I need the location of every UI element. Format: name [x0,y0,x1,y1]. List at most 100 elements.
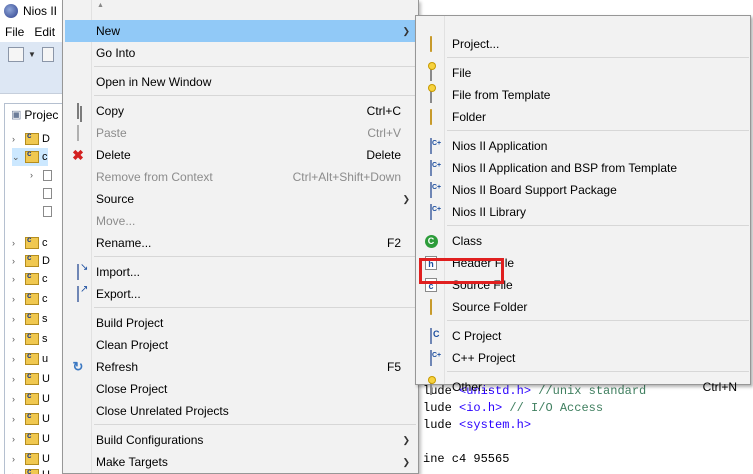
new-item-class[interactable]: C Class [418,230,749,252]
submenu-separator [447,225,749,226]
tree-item[interactable]: ›u [12,350,48,368]
new-item-nios-ii-board-support-package[interactable]: Nios II Board Support Package [418,179,749,201]
new-item-nios-ii-application-and-bsp-from-template[interactable]: Nios II Application and BSP from Templat… [418,157,749,179]
nios-bsp-icon [430,182,432,198]
submenu-item-label: Source File [452,278,513,292]
menu-file[interactable]: File [0,25,29,39]
code-line: lude <io.h> // I/O Access [420,400,753,417]
scroll-up-arrow-icon[interactable]: ▲ [97,2,104,9]
code-prefix: ine c4 95565 [423,452,510,466]
chevron-right-icon[interactable]: › [30,170,40,180]
code-include: <system.h> [459,418,532,432]
new-item-source-folder[interactable]: Source Folder [418,296,749,318]
tree-item[interactable] [30,184,55,202]
new-item-file-from-template[interactable]: File from Template [418,84,749,106]
new-item-folder[interactable]: Folder [418,106,749,128]
tree-item[interactable]: › c [12,290,48,308]
menu-item-label: Export... [96,287,141,301]
cpp-project-icon [430,350,432,366]
project-folder-icon [25,411,39,425]
tree-item[interactable]: ›U [12,390,50,408]
menu-item-rename[interactable]: Rename... F2 [65,232,417,254]
menu-item-label: Clean Project [96,338,169,352]
tree-item[interactable]: › c [12,270,48,288]
tree-item[interactable]: ›U [12,370,50,388]
menu-item-build-project[interactable]: Build Project [65,312,417,334]
tab-project-explorer[interactable]: ▣ Projec [4,103,64,125]
tree-item[interactable]: ›s [12,330,48,348]
menu-item-move[interactable]: Move... [65,210,417,232]
submenu-item-label: Project... [452,37,500,51]
menu-item-shortcut: Ctrl+V [367,126,401,140]
copy-icon [77,103,79,119]
tree-item[interactable]: › [30,166,55,184]
new-item-project[interactable]: Project... [418,33,749,55]
tree-item[interactable] [30,202,55,220]
new-item-source-file[interactable]: c Source File [418,274,749,296]
menu-item-make-targets[interactable]: Make Targets ❯ [65,451,417,473]
chevron-right-icon[interactable]: › [12,434,22,444]
tree-item[interactable]: ›D [12,252,50,270]
folder-icon [430,109,432,125]
menu-item-label: Close Project [96,382,168,396]
tree-item[interactable]: ›U [12,466,50,474]
chevron-right-icon[interactable]: › [12,414,22,424]
save-icon[interactable] [42,47,54,62]
chevron-right-icon[interactable]: › [12,238,22,248]
menu-edit[interactable]: Edit [29,25,60,39]
menu-item-paste[interactable]: Paste Ctrl+V [65,122,417,144]
nios-application-icon [430,138,432,154]
menu-item-build-configurations[interactable]: Build Configurations ❯ [65,429,417,451]
file-icon [43,205,52,217]
chevron-right-icon[interactable]: › [12,256,22,266]
file-icon [43,187,52,199]
submenu-item-label: Other... [452,380,492,394]
menu-item-close-unrelated-projects[interactable]: Close Unrelated Projects [65,400,417,422]
menu-item-delete[interactable]: ✖ Delete Delete [65,144,417,166]
chevron-down-icon[interactable]: ⌄ [12,152,22,163]
chevron-right-icon[interactable]: › [12,374,22,384]
tree-item[interactable]: ⌄ c [12,148,48,166]
menu-item-export[interactable]: Export... [65,283,417,305]
new-wizard-icon[interactable] [8,47,24,62]
new-item-c-project[interactable]: C++ Project [418,347,749,369]
menu-separator [94,66,416,67]
menu-item-clean-project[interactable]: Clean Project [65,334,417,356]
chevron-right-icon[interactable]: › [12,134,22,144]
menu-item-go-into[interactable]: Go Into [65,42,417,64]
menu-item-remove-from-context[interactable]: Remove from Context Ctrl+Alt+Shift+Down [65,166,417,188]
menu-item-copy[interactable]: Copy Ctrl+C [65,100,417,122]
project-folder-icon [25,391,39,405]
new-item-header-file[interactable]: h Header File [418,252,749,274]
new-item-nios-ii-application[interactable]: Nios II Application [418,135,749,157]
menu-item-close-project[interactable]: Close Project [65,378,417,400]
new-item-other[interactable]: Other... Ctrl+N [418,376,749,398]
project-folder-icon [25,467,39,474]
chevron-right-icon[interactable]: › [12,470,22,474]
submenu-item-label: Nios II Application and BSP from Templat… [452,161,678,175]
chevron-right-icon[interactable]: › [12,354,22,364]
tree-item[interactable]: ›s [12,310,48,328]
new-item-c-project[interactable]: C Project [418,325,749,347]
menu-item-source[interactable]: Source ❯ [65,188,417,210]
tree-item[interactable]: ›U [12,430,50,448]
menu-item-import[interactable]: Import... [65,261,417,283]
tree-item[interactable]: ›D [12,130,50,148]
new-item-nios-ii-library[interactable]: Nios II Library [418,201,749,223]
tree-item[interactable]: ›U [12,410,50,428]
new-item-file[interactable]: File [418,62,749,84]
chevron-right-icon[interactable]: › [12,394,22,404]
chevron-right-icon[interactable]: › [12,274,22,284]
chevron-down-icon[interactable]: ▼ [28,50,36,59]
file-template-icon [430,87,432,103]
chevron-right-icon[interactable]: › [12,294,22,304]
tree-item[interactable]: › c [12,234,48,252]
chevron-right-icon[interactable]: › [12,454,22,464]
chevron-right-icon[interactable]: › [12,334,22,344]
menu-item-refresh[interactable]: ↻ Refresh F5 [65,356,417,378]
submenu-item-label: Folder [452,110,487,124]
menu-item-open-in-new-window[interactable]: Open in New Window [65,71,417,93]
menu-item-new[interactable]: New ❯ [65,20,417,42]
chevron-right-icon[interactable]: › [12,314,22,324]
